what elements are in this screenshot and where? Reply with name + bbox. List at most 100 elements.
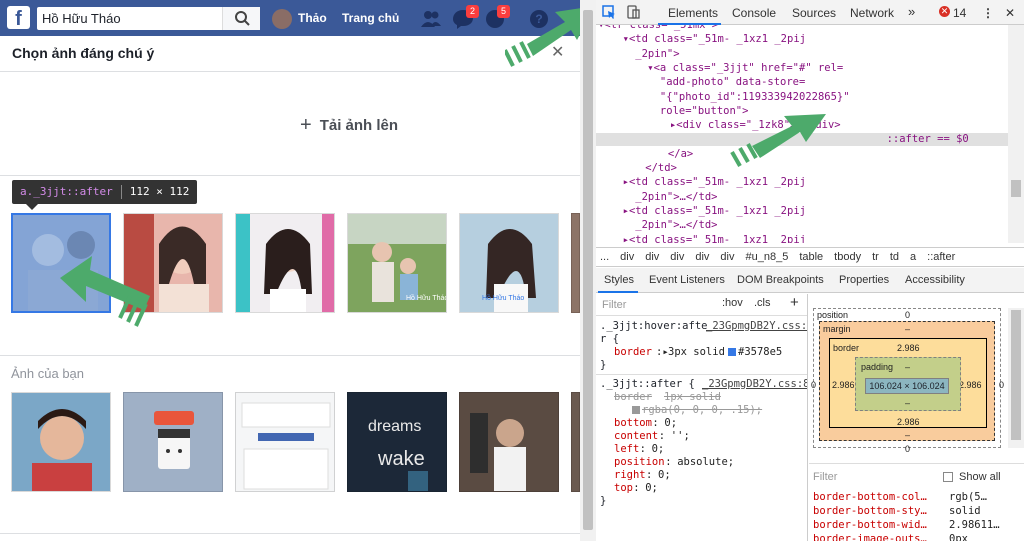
css-property[interactable]: content xyxy=(614,430,658,443)
color-swatch[interactable] xyxy=(728,348,736,356)
styles-filter-input[interactable]: Filter xyxy=(602,299,626,311)
close-icon[interactable]: ✕ xyxy=(551,42,564,62)
search-input[interactable]: Hồ Hữu Tháo xyxy=(42,11,121,26)
struck-border-value-2[interactable]: rgba(0, 0, 0, .15); xyxy=(642,404,762,417)
dom-line[interactable]: "{"photo_id":119333942022865}" xyxy=(622,91,850,104)
photo-4[interactable]: Hồ Hữu Tháo xyxy=(347,213,447,313)
photo-8[interactable] xyxy=(123,392,223,492)
css-value[interactable]: absolute; xyxy=(677,456,734,469)
new-rule-button[interactable]: + xyxy=(790,294,799,311)
breadcrumb-item[interactable]: #u_n8_5 xyxy=(745,251,788,263)
hover-border-value[interactable]: 3px solid xyxy=(668,346,725,359)
dom-line[interactable]: ▾<a class="_3jjt" href="#" rel= xyxy=(622,62,843,75)
tab-elements[interactable]: Elements xyxy=(668,6,718,20)
css-value[interactable]: 0; xyxy=(645,482,658,495)
breadcrumb-item[interactable]: a xyxy=(910,251,916,263)
photo-10[interactable]: dreams wake xyxy=(347,392,447,492)
tab-event-listeners[interactable]: Event Listeners xyxy=(649,274,725,286)
dom-line[interactable]: ▸<td class="_51m- _1xz1 _2pij xyxy=(610,176,806,189)
hover-rule-selector[interactable]: ._3jjt:hover:afte xyxy=(600,320,707,333)
breadcrumb-item[interactable]: tr xyxy=(872,251,879,263)
hov-button[interactable]: :hov xyxy=(722,297,743,309)
device-toolbar-icon[interactable] xyxy=(626,5,640,19)
photo-5[interactable]: Hồ Hữu Tháo xyxy=(459,213,559,313)
computed-property[interactable]: border-image-outs… xyxy=(813,533,927,541)
tab-styles[interactable]: Styles xyxy=(604,274,634,286)
computed-property[interactable]: border-bottom-wid… xyxy=(813,519,927,531)
dom-line[interactable]: ▾<tr class="_51mx"> xyxy=(598,25,718,32)
tab-network[interactable]: Network xyxy=(850,6,894,20)
home-link[interactable]: Trang chủ xyxy=(342,11,399,25)
tab-accessibility[interactable]: Accessibility xyxy=(905,274,965,286)
after-rule-source[interactable]: _23GpmgDB2Y.css:8 xyxy=(702,378,807,391)
dom-line[interactable]: _2pin">…</td> xyxy=(610,219,717,232)
photo-6-partial[interactable] xyxy=(571,213,580,313)
cls-button[interactable]: .cls xyxy=(754,297,771,309)
more-tabs-button[interactable]: » xyxy=(908,4,915,19)
photo-9[interactable] xyxy=(235,392,335,492)
struck-border-prop[interactable]: border xyxy=(614,391,652,404)
error-icon[interactable]: ✕ xyxy=(939,6,950,17)
breadcrumb-item[interactable]: div xyxy=(645,251,659,263)
hover-border-arrow[interactable]: :▸ xyxy=(656,346,669,359)
search-box[interactable]: Hồ Hữu Tháo xyxy=(37,7,260,30)
breadcrumb-item[interactable]: div xyxy=(695,251,709,263)
css-value[interactable]: 0; xyxy=(652,443,665,456)
dom-line[interactable]: </td> xyxy=(620,162,677,175)
profile-name[interactable]: Thảo xyxy=(298,11,327,25)
computed-property[interactable]: border-bottom-col… xyxy=(813,491,927,503)
breadcrumb-item[interactable]: ... xyxy=(600,251,609,263)
dom-line[interactable]: ▸<td class="_51m- _1xz1 _2pij xyxy=(610,234,806,244)
hover-border-prop[interactable]: border xyxy=(614,346,652,359)
dom-line[interactable]: "add-photo" data-store= xyxy=(622,76,805,89)
dom-line[interactable]: </a> xyxy=(630,148,693,161)
css-property[interactable]: bottom xyxy=(614,417,652,430)
css-value[interactable]: 0; xyxy=(664,417,677,430)
computed-value[interactable]: 0px xyxy=(949,533,968,541)
computed-filter-input[interactable]: Filter xyxy=(813,471,837,483)
css-value[interactable]: 0; xyxy=(658,469,671,482)
after-rule-selector[interactable]: ._3jjt::after { xyxy=(600,378,695,391)
page-scrollbar[interactable] xyxy=(580,0,596,541)
dom-scrollbar[interactable] xyxy=(1008,25,1024,243)
breadcrumb-item[interactable]: ::after xyxy=(927,251,955,263)
avatar[interactable] xyxy=(272,9,292,29)
breadcrumb-item[interactable]: table xyxy=(799,251,823,263)
page-scrollbar-thumb[interactable] xyxy=(583,10,593,530)
photo-7[interactable] xyxy=(11,392,111,492)
facebook-logo[interactable]: f xyxy=(7,6,30,29)
breadcrumb-item[interactable]: div xyxy=(720,251,734,263)
breadcrumb-item[interactable]: div xyxy=(670,251,684,263)
error-count[interactable]: 14 xyxy=(953,6,966,20)
dom-line[interactable]: _2pin"> xyxy=(610,48,679,61)
color-swatch[interactable] xyxy=(632,406,640,414)
computed-value[interactable]: 2.98611… xyxy=(949,519,1000,531)
computed-property[interactable]: border-bottom-sty… xyxy=(813,505,927,517)
css-value[interactable]: ''; xyxy=(671,430,690,443)
struck-border-value[interactable]: 1px solid xyxy=(664,391,721,404)
menu-dots-icon[interactable]: ⋮ xyxy=(982,6,994,20)
css-property[interactable]: right xyxy=(614,469,646,482)
dom-line[interactable]: ▸<td class="_51m- _1xz1 _2pij xyxy=(610,205,806,218)
friends-icon[interactable] xyxy=(420,8,442,30)
photo-12-partial[interactable] xyxy=(571,392,580,492)
upload-photo-button[interactable]: + Tải ảnh lên xyxy=(300,113,398,136)
computed-value[interactable]: solid xyxy=(949,505,981,517)
show-all-checkbox[interactable] xyxy=(943,472,953,482)
breadcrumb-item[interactable]: div xyxy=(620,251,634,263)
tab-sources[interactable]: Sources xyxy=(792,6,836,20)
search-button[interactable] xyxy=(222,7,260,30)
hover-border-color[interactable]: #3578e5 xyxy=(738,346,782,359)
photo-11[interactable] xyxy=(459,392,559,492)
css-property[interactable]: position xyxy=(614,456,665,469)
tab-dom-breakpoints[interactable]: DOM Breakpoints xyxy=(737,274,824,286)
dom-line[interactable]: ▾<td class="_51m- _1xz1 _2pij xyxy=(610,33,806,46)
inspect-element-icon[interactable] xyxy=(602,5,616,19)
tab-console[interactable]: Console xyxy=(732,6,776,20)
close-devtools-icon[interactable]: ✕ xyxy=(1005,6,1015,20)
breadcrumb-item[interactable]: tbody xyxy=(834,251,861,263)
css-property[interactable]: top xyxy=(614,482,633,495)
hover-rule-source[interactable]: _23GpmgDB2Y.css:8 xyxy=(706,320,807,333)
photo-3[interactable] xyxy=(235,213,335,313)
css-property[interactable]: left xyxy=(614,443,639,456)
